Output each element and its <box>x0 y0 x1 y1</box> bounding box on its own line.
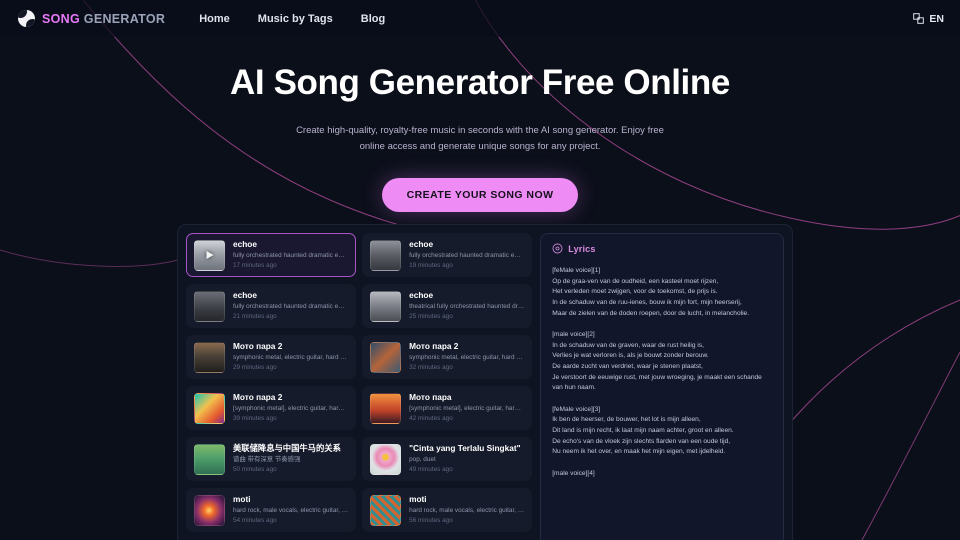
song-timestamp: 42 minutes ago <box>409 415 453 423</box>
song-meta: "Cinta yang Terlalu Singkat" pop, duet 49 … <box>409 443 524 475</box>
cta-container: CREATE YOUR SONG NOW <box>0 177 960 212</box>
song-artwork[interactable] <box>370 290 402 322</box>
song-meta: Мото пара 2 [symphonic metal], electric g… <box>233 392 348 424</box>
song-timestamp: 29 minutes ago <box>233 364 277 372</box>
song-title: Мото пара 2 <box>233 392 283 402</box>
song-timestamp: 25 minutes ago <box>409 313 453 321</box>
song-list-item[interactable]: Мото пара 2 symphonic metal, electric gui… <box>362 335 533 379</box>
song-meta: 美联储降息与中国牛马的关系 谱曲 带有深意 节奏感强 50 minutes ago <box>233 443 348 475</box>
song-title: Мото пара 2 <box>409 341 459 351</box>
song-title: "Cinta yang Terlalu Singkat" <box>409 443 521 453</box>
song-title: 美联储降息与中国牛马的关系 <box>233 443 341 453</box>
song-timestamp: 21 minutes ago <box>233 313 277 321</box>
song-list-item[interactable]: Мото пара [symphonic metal], electric gui… <box>362 386 533 430</box>
page-root: SONG GENERATOR Home Music by Tags Blog E… <box>0 0 960 540</box>
lyrics-disc-icon <box>552 243 563 254</box>
song-title: moti <box>233 494 251 504</box>
brand-word-2: GENERATOR <box>83 11 166 26</box>
song-list-item[interactable]: 美联储降息与中国牛马的关系 谱曲 带有深意 节奏感强 50 minutes ago <box>186 437 357 481</box>
song-meta: Мото пара 2 symphonic metal, electric gui… <box>409 341 524 373</box>
song-list-item[interactable]: echoe theatrical fully orchestrated haunt… <box>362 284 533 328</box>
song-title: echoe <box>409 290 434 300</box>
lyrics-panel: Lyrics [feMale voice][1] Op de graa-ven … <box>540 233 784 540</box>
song-artwork[interactable] <box>194 341 225 373</box>
song-tags: hard rock, male vocals, electric guitar,… <box>233 506 349 514</box>
song-tags: fully orchestrated haunted dramatic emot… <box>233 251 348 259</box>
lyrics-title: Lyrics <box>568 243 596 254</box>
nav-item-music-by-tags[interactable]: Music by Tags <box>258 13 333 25</box>
song-title: Мото пара <box>409 392 452 402</box>
song-meta: moti hard rock, male vocals, electric gui… <box>409 494 524 526</box>
song-artwork[interactable] <box>194 392 225 424</box>
language-switcher[interactable]: EN <box>913 13 944 25</box>
song-meta: Мото пара [symphonic metal], electric gui… <box>409 392 524 424</box>
song-tags: symphonic metal, electric guitar, hard r… <box>409 353 525 361</box>
song-timestamp: 50 minutes ago <box>233 466 277 474</box>
song-title: echoe <box>233 290 257 300</box>
main-nav: Home Music by Tags Blog <box>199 13 385 25</box>
song-artwork[interactable] <box>194 494 225 526</box>
song-meta: Мото пара 2 symphonic metal, electric gui… <box>233 341 348 373</box>
song-timestamp: 32 minutes ago <box>409 364 453 372</box>
language-label: EN <box>929 12 944 25</box>
brand-word-1: SONG <box>42 11 81 26</box>
song-tags: 谱曲 带有深意 节奏感强 <box>233 455 301 463</box>
song-list-item[interactable]: Мото пара 2 [symphonic metal], electric g… <box>186 386 357 430</box>
song-artwork[interactable] <box>194 290 225 322</box>
song-artwork[interactable] <box>194 443 225 475</box>
song-timestamp: 19 minutes ago <box>409 262 453 270</box>
song-artwork[interactable] <box>370 494 402 526</box>
song-artwork[interactable] <box>370 239 402 271</box>
lyrics-header: Lyrics <box>552 243 773 254</box>
song-tags: [symphonic metal], electric guitar, hard… <box>409 404 525 412</box>
song-list-item[interactable]: echoe fully orchestrated haunted dramatic… <box>186 233 357 277</box>
song-meta: moti hard rock, male vocals, electric gui… <box>233 494 348 526</box>
song-list-item[interactable]: echoe fully orchestrated haunted dramatic… <box>362 233 533 277</box>
song-tags: [symphonic metal], electric guitar, hard… <box>233 404 349 412</box>
language-globe-icon <box>913 13 925 24</box>
song-artwork[interactable] <box>370 392 402 424</box>
song-artwork[interactable] <box>370 443 402 475</box>
song-title: moti <box>409 494 427 504</box>
song-list-item[interactable]: Мото пара 2 symphonic metal, electric gui… <box>186 335 357 379</box>
song-tags: theatrical fully orchestrated haunted dr… <box>409 302 524 310</box>
song-artwork[interactable] <box>370 341 402 373</box>
song-tags: fully orchestrated haunted dramatic emot… <box>233 302 348 310</box>
song-tags: fully orchestrated haunted dramatic emot… <box>409 251 524 259</box>
nav-item-home[interactable]: Home <box>199 13 230 25</box>
song-title: echoe <box>409 239 434 249</box>
hero-section: AI Song Generator Free Online Create hig… <box>0 37 960 212</box>
lyrics-text: [feMale voice][1] Op de graa-ven van de … <box>552 267 762 477</box>
page-title: AI Song Generator Free Online <box>230 63 730 102</box>
song-title: Мото пара 2 <box>233 341 283 351</box>
song-timestamp: 17 minutes ago <box>233 262 277 270</box>
song-tags: pop, duet <box>409 455 436 463</box>
song-list-item[interactable]: echoe fully orchestrated haunted dramatic… <box>186 284 357 328</box>
song-list-item[interactable]: moti hard rock, male vocals, electric gui… <box>362 488 533 532</box>
song-meta: echoe fully orchestrated haunted dramatic… <box>233 290 348 322</box>
song-list-item[interactable]: moti hard rock, male vocals, electric gui… <box>186 488 357 532</box>
song-artwork[interactable] <box>194 239 225 271</box>
song-meta: echoe fully orchestrated haunted dramatic… <box>233 239 348 271</box>
play-icon[interactable] <box>206 251 213 259</box>
song-timestamp: 56 minutes ago <box>409 517 453 525</box>
nav-item-blog[interactable]: Blog <box>361 13 385 25</box>
logo-swirl-icon <box>18 10 35 27</box>
song-meta: echoe fully orchestrated haunted dramatic… <box>409 239 524 271</box>
create-song-button[interactable]: CREATE YOUR SONG NOW <box>381 177 579 212</box>
song-timestamp: 54 minutes ago <box>233 517 277 525</box>
song-list-item[interactable]: "Cinta yang Terlalu Singkat" pop, duet 49 … <box>362 437 533 481</box>
brand-name: SONG GENERATOR <box>42 12 165 26</box>
content-panel: echoe fully orchestrated haunted dramatic… <box>177 224 793 540</box>
song-tags: symphonic metal, electric guitar, hard r… <box>233 353 349 361</box>
song-title: echoe <box>233 239 257 249</box>
song-tags: hard rock, male vocals, electric guitar,… <box>409 506 524 514</box>
brand-logo[interactable]: SONG GENERATOR <box>18 10 165 27</box>
song-list: echoe fully orchestrated haunted dramatic… <box>186 233 533 540</box>
song-meta: echoe theatrical fully orchestrated haunt… <box>409 290 524 322</box>
hero-subtitle: Create high-quality, royalty-free music … <box>296 125 664 152</box>
site-header: SONG GENERATOR Home Music by Tags Blog E… <box>0 0 960 37</box>
song-timestamp: 49 minutes ago <box>409 466 453 474</box>
song-timestamp: 39 minutes ago <box>233 415 277 423</box>
